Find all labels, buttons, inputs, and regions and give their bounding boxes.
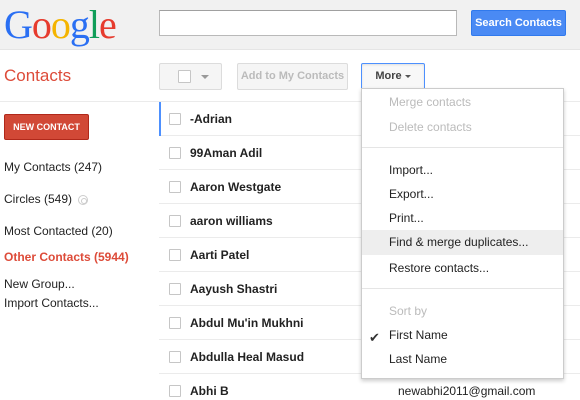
contact-name: Aayush Shastri [190, 282, 278, 296]
logo-letter: e [99, 2, 117, 47]
sidebar-item-label: Circles (549) [4, 192, 73, 206]
page-title: Contacts [4, 66, 72, 85]
row-checkbox[interactable] [169, 215, 181, 227]
chevron-down-icon [201, 75, 209, 79]
selected-row-indicator [159, 102, 161, 136]
row-checkbox[interactable] [169, 181, 181, 193]
sidebar-item-circles[interactable]: Circles (549) [4, 192, 89, 206]
contact-name: Abdul Mu'in Mukhni [190, 316, 304, 330]
row-checkbox[interactable] [169, 283, 181, 295]
menu-item-restore-contacts[interactable]: Restore contacts... [362, 256, 563, 281]
chevron-down-icon [404, 74, 411, 78]
search-input[interactable] [159, 10, 457, 36]
sidebar-item-import-contacts[interactable]: Import Contacts... [4, 296, 99, 310]
new-contact-button[interactable]: NEW CONTACT [4, 114, 89, 140]
more-button[interactable]: More [361, 63, 425, 90]
contact-name: aaron williams [190, 214, 273, 228]
sidebar-item-other-contacts[interactable]: Other Contacts (5944) [4, 250, 129, 264]
row-checkbox[interactable] [169, 147, 181, 159]
sidebar-item-new-group[interactable]: New Group... [4, 277, 75, 291]
google-logo[interactable]: Google [4, 2, 117, 47]
more-label: More [375, 70, 402, 82]
logo-letter: l [88, 2, 100, 47]
contact-name: Aaron Westgate [190, 180, 282, 194]
contact-name: Aarti Patel [190, 248, 250, 262]
row-checkbox[interactable] [169, 385, 181, 397]
circles-icon [78, 194, 89, 205]
more-menu: Merge contacts Delete contacts Import...… [361, 88, 564, 379]
menu-item-label: First Name [389, 328, 448, 342]
search-contacts-button[interactable]: Search Contacts [471, 10, 566, 36]
logo-letter: G [4, 2, 33, 47]
header-bar: Google Search Contacts [0, 0, 580, 50]
row-checkbox[interactable] [169, 317, 181, 329]
contact-email: newabhi2011@gmail.com [398, 384, 536, 398]
menu-item-import[interactable]: Import... [362, 158, 563, 183]
row-checkbox[interactable] [169, 249, 181, 261]
menu-item-delete-contacts: Delete contacts [389, 120, 472, 134]
menu-separator [362, 288, 563, 289]
menu-item-find-merge-duplicates[interactable]: Find & merge duplicates... [362, 230, 563, 255]
sidebar-item-my-contacts[interactable]: My Contacts (247) [4, 160, 102, 174]
contact-name: Abhi B [190, 384, 229, 398]
row-checkbox[interactable] [169, 113, 181, 125]
select-all-checkbox[interactable] [178, 70, 191, 83]
contact-name: -Adrian [190, 112, 232, 126]
menu-item-sort-last-name[interactable]: Last Name [362, 347, 563, 372]
contact-name: 99Aman Adil [190, 146, 263, 160]
menu-separator [362, 147, 563, 148]
logo-letter: o [50, 2, 71, 47]
menu-label-sort-by: Sort by [389, 304, 428, 318]
sidebar-item-most-contacted[interactable]: Most Contacted (20) [4, 224, 113, 238]
menu-item-export[interactable]: Export... [362, 182, 563, 207]
logo-letter: o [31, 2, 52, 47]
row-checkbox[interactable] [169, 351, 181, 363]
menu-item-merge-contacts: Merge contacts [389, 95, 472, 109]
menu-item-print[interactable]: Print... [362, 206, 563, 231]
add-to-my-contacts-button[interactable]: Add to My Contacts [237, 63, 348, 90]
menu-item-sort-first-name[interactable]: ✔ First Name [362, 323, 563, 348]
logo-letter: g [69, 2, 90, 47]
contact-name: Abdulla Heal Masud [190, 350, 305, 364]
select-all-dropdown[interactable] [159, 63, 222, 90]
